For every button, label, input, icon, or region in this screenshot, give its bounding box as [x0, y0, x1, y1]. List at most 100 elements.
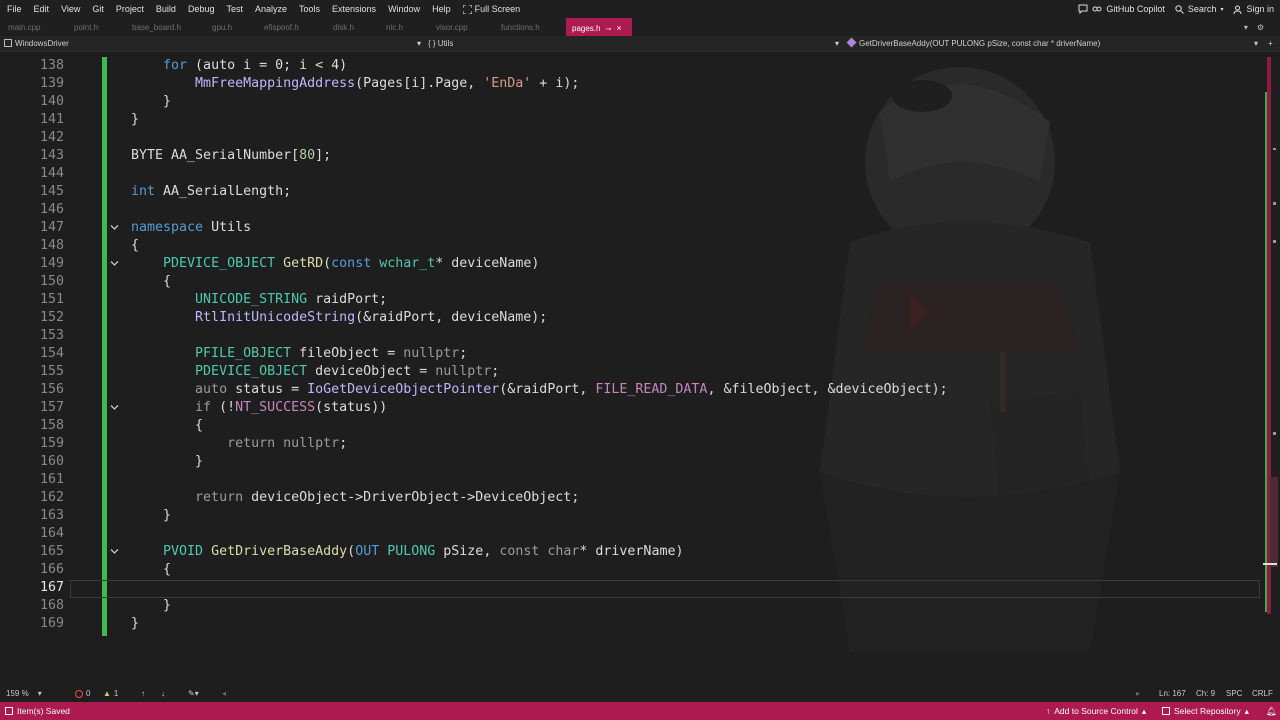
add-to-source-control-button[interactable]: ↑ Add to Source Control ▴: [1046, 702, 1146, 720]
code-line[interactable]: 155 PDEVICE_OBJECT deviceObject = nullpt…: [0, 363, 1262, 381]
code-line[interactable]: 142: [0, 129, 1262, 147]
fold-chevron-icon[interactable]: [108, 255, 122, 273]
project-dropdown[interactable]: WindowsDriver: [4, 36, 69, 52]
scope-chevron-icon[interactable]: ▾: [835, 36, 839, 52]
arrow-up-icon[interactable]: ↑: [141, 686, 145, 702]
code-line[interactable]: 138 for (auto i = 0; i < 4): [0, 57, 1262, 75]
code-line[interactable]: 150 {: [0, 273, 1262, 291]
tab-list-dropdown-icon[interactable]: ▾: [1244, 23, 1248, 32]
menu-project[interactable]: Project: [110, 0, 150, 18]
select-repository-button[interactable]: Select Repository ▴: [1162, 702, 1249, 720]
code-line[interactable]: 164: [0, 525, 1262, 543]
code-lines: 138 for (auto i = 0; i < 4) 139 MmFreeMap…: [0, 57, 1262, 633]
errors-indicator[interactable]: 0: [75, 686, 90, 702]
tab-disk-h[interactable]: disk.h: [333, 18, 354, 36]
code-editor[interactable]: 138 for (auto i = 0; i < 4) 139 MmFreeMap…: [0, 52, 1262, 686]
column-position[interactable]: Ch: 9: [1196, 686, 1215, 702]
code-line[interactable]: 158 {: [0, 417, 1262, 435]
menu-build[interactable]: Build: [150, 0, 182, 18]
copilot-button[interactable]: GitHub Copilot: [1078, 4, 1165, 14]
menu-tools[interactable]: Tools: [293, 0, 326, 18]
code-line[interactable]: 167: [0, 579, 1262, 597]
pin-icon[interactable]: ⊸: [605, 26, 611, 33]
menu-view[interactable]: View: [55, 0, 86, 18]
menu-edit[interactable]: Edit: [28, 0, 56, 18]
tab-functions-h[interactable]: functions.h: [501, 18, 540, 36]
code-line[interactable]: 146: [0, 201, 1262, 219]
warnings-indicator[interactable]: ▲ 1: [103, 686, 118, 702]
code-line[interactable]: 161: [0, 471, 1262, 489]
tab-point-h[interactable]: point.h: [74, 18, 98, 36]
code-line[interactable]: 169}: [0, 615, 1262, 633]
fold-chevron-icon[interactable]: [108, 399, 122, 417]
code-line[interactable]: 162 return deviceObject->DriverObject->D…: [0, 489, 1262, 507]
code-text: {: [131, 237, 139, 255]
search-button[interactable]: Search ▾: [1175, 4, 1223, 14]
code-line[interactable]: 141}: [0, 111, 1262, 129]
code-line[interactable]: 159 return nullptr;: [0, 435, 1262, 453]
menu-test[interactable]: Test: [220, 0, 249, 18]
code-line[interactable]: 145 int AA_SerialLength;: [0, 183, 1262, 201]
line-ending-mode[interactable]: CRLF: [1252, 686, 1273, 702]
fold-chevron-icon[interactable]: [108, 219, 122, 237]
tab-nic-h[interactable]: nic.h: [386, 18, 403, 36]
tab-visor-cpp[interactable]: visor.cpp: [436, 18, 468, 36]
scrollbar-thumb[interactable]: [1270, 477, 1278, 567]
code-line[interactable]: 140 }: [0, 93, 1262, 111]
code-line[interactable]: 165 PVOID GetDriverBaseAddy(OUT PULONG p…: [0, 543, 1262, 561]
line-number: 142: [39, 130, 64, 145]
notifications-icon[interactable]: 🔔︎: [1266, 702, 1277, 720]
fullscreen-button[interactable]: Full Screen: [457, 0, 527, 18]
menu-extensions[interactable]: Extensions: [326, 0, 382, 18]
member-dropdown[interactable]: GetDriverBaseAddy(OUT PULONG pSize, cons…: [846, 36, 1100, 52]
menu-git[interactable]: Git: [86, 0, 110, 18]
tab-gpu-h[interactable]: gpu.h: [212, 18, 232, 36]
tab-pages-h[interactable]: pages.h ⊸ ×: [566, 18, 632, 36]
project-chevron-icon[interactable]: ▾: [417, 36, 421, 52]
tab-base-board-h[interactable]: base_board.h: [132, 18, 181, 36]
zoom-dropdown[interactable]: 159 % ▾: [6, 686, 42, 702]
code-line[interactable]: 143 BYTE AA_SerialNumber[80];: [0, 147, 1262, 165]
menu-debug[interactable]: Debug: [182, 0, 221, 18]
signin-button[interactable]: Sign in: [1233, 4, 1274, 14]
status-message: Item(s) Saved: [5, 702, 70, 720]
code-line[interactable]: 144: [0, 165, 1262, 183]
code-line[interactable]: 163 }: [0, 507, 1262, 525]
menu-help[interactable]: Help: [426, 0, 457, 18]
member-chevron-icon[interactable]: ▾: [1254, 36, 1258, 52]
code-token: nullptr: [283, 436, 340, 451]
line-number: 163: [39, 508, 64, 523]
code-line[interactable]: 147 namespace Utils: [0, 219, 1262, 237]
code-line[interactable]: 157 if (!NT_SUCCESS(status)): [0, 399, 1262, 417]
code-line[interactable]: 166 {: [0, 561, 1262, 579]
menu-file[interactable]: File: [0, 0, 28, 18]
arrow-down-icon[interactable]: ↓: [161, 686, 165, 702]
code-token: const char: [499, 544, 580, 559]
scope-dropdown[interactable]: { } Utils: [428, 36, 453, 52]
code-line[interactable]: 151 UNICODE_STRING raidPort;: [0, 291, 1262, 309]
code-line[interactable]: 149 PDEVICE_OBJECT GetRD(const wchar_t* …: [0, 255, 1262, 273]
split-editor-icon[interactable]: +: [1268, 36, 1273, 52]
line-position[interactable]: Ln: 167: [1159, 686, 1186, 702]
tab-main-cpp[interactable]: main.cpp: [8, 18, 40, 36]
close-icon[interactable]: ×: [616, 23, 621, 33]
code-line[interactable]: 148 {: [0, 237, 1262, 255]
scroll-left-icon[interactable]: ◂: [222, 686, 226, 702]
tab-efispoof-h[interactable]: efispoof.h: [264, 18, 299, 36]
menu-window[interactable]: Window: [382, 0, 426, 18]
fold-chevron-icon[interactable]: [108, 543, 122, 561]
settings-icon[interactable]: ⚙: [1257, 23, 1264, 32]
code-line[interactable]: 153: [0, 327, 1262, 345]
code-line[interactable]: 139 MmFreeMappingAddress(Pages[i].Page, …: [0, 75, 1262, 93]
brush-icon[interactable]: ✎▾: [188, 686, 199, 702]
code-line[interactable]: 154 PFILE_OBJECT fileObject = nullptr;: [0, 345, 1262, 363]
code-line[interactable]: 168 }: [0, 597, 1262, 615]
scroll-right-icon[interactable]: ▸: [1136, 686, 1140, 702]
menu-analyze[interactable]: Analyze: [249, 0, 293, 18]
code-line[interactable]: 156 auto status = IoGetDeviceObjectPoint…: [0, 381, 1262, 399]
whitespace-mode[interactable]: SPC: [1226, 686, 1242, 702]
code-line[interactable]: 160 }: [0, 453, 1262, 471]
vertical-scrollbar[interactable]: [1262, 52, 1280, 686]
code-line[interactable]: 152 RtlInitUnicodeString(&raidPort, devi…: [0, 309, 1262, 327]
